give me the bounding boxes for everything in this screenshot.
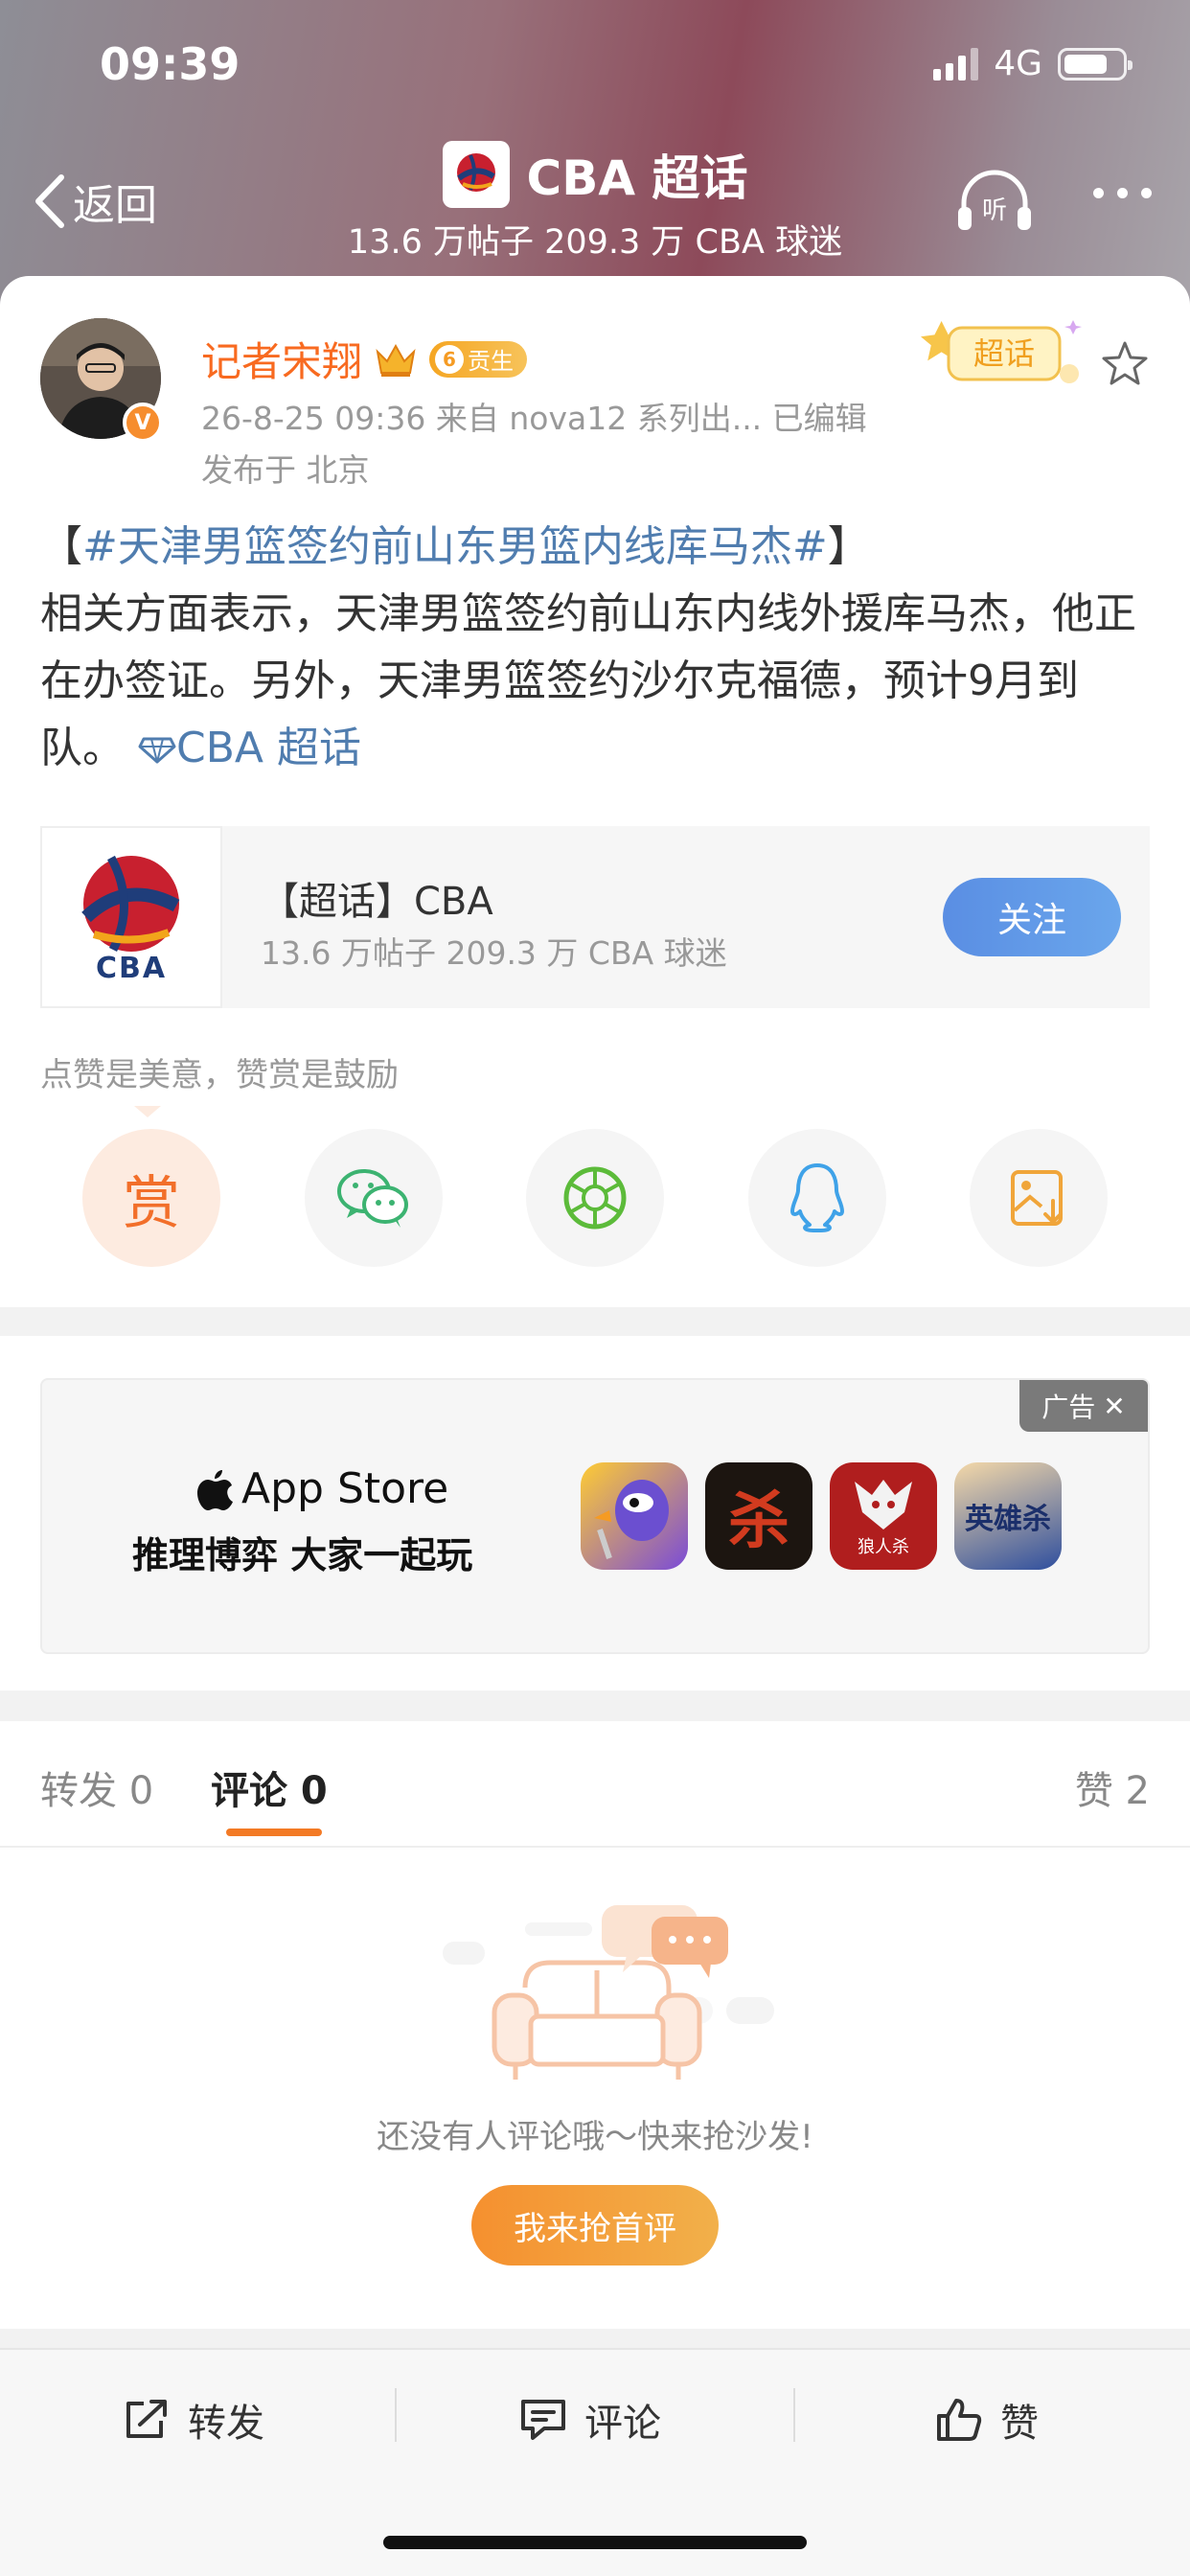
home-indicator xyxy=(383,2536,807,2549)
comment-button[interactable]: 评论 xyxy=(519,2392,661,2448)
level-number: 6 xyxy=(435,344,465,374)
share-moments-button[interactable] xyxy=(526,1129,664,1267)
network-type: 4G xyxy=(994,44,1042,83)
supertopic-inline-link[interactable]: CBA 超话 xyxy=(138,724,361,772)
cba-logo-icon xyxy=(442,141,510,208)
sha-game-icon-text: 杀 xyxy=(728,1485,790,1557)
comments-section: 转发 0 评论 0 赞 2 还没有人评论哦～快来抢沙发! 我来抢首评 xyxy=(0,1721,1190,2329)
empty-sofa-icon xyxy=(443,1905,774,2080)
inline-link-text: CBA 超话 xyxy=(176,724,361,772)
post-meta: 26-8-25 09:36 来自 nova12 系列出... 已编辑 xyxy=(201,400,867,437)
level-badge: 6 贡生 xyxy=(429,340,528,378)
goose-game-icon xyxy=(581,1462,688,1570)
more-icon[interactable] xyxy=(1093,188,1152,198)
post-card: V 记者宋翔 6 贡生 26-8-25 09:36 来自 nova12 系列出.… xyxy=(0,276,1190,1307)
werewolf-game-icon-text: 狼人杀 xyxy=(858,1537,909,1557)
bracket-open: 【 xyxy=(40,522,82,571)
ad-tag[interactable]: 广告 ✕ xyxy=(1019,1380,1148,1432)
verified-badge-icon: V xyxy=(123,402,163,443)
author-row: 记者宋翔 6 贡生 xyxy=(201,330,528,388)
post-text: 【#天津男篮签约前山东男篮内线库马杰#】 相关方面表示，天津男篮签约前山东内线外… xyxy=(40,514,1152,782)
chaohua-tag-text: 超话 xyxy=(973,335,1035,372)
battery-icon xyxy=(1058,47,1133,80)
like-button[interactable]: 赞 xyxy=(935,2392,1039,2448)
repost-button[interactable]: 转发 xyxy=(123,2392,264,2448)
thumbs-up-icon xyxy=(937,2399,982,2441)
save-image-button[interactable] xyxy=(970,1129,1108,1267)
ad-brand-text: App Store xyxy=(241,1464,449,1513)
listen-label: 听 xyxy=(982,196,1007,225)
listen-icon[interactable]: 听 xyxy=(956,169,1033,234)
tab-like[interactable]: 赞 2 xyxy=(1075,1760,1150,1815)
empty-comments-text: 还没有人评论哦～快来抢沙发! xyxy=(377,2118,813,2156)
bottom-separator xyxy=(793,2388,795,2442)
level-text: 贡生 xyxy=(468,348,515,375)
tab-comment[interactable]: 评论 0 xyxy=(211,1760,328,1815)
sanguosha-game-icon: 英雄杀 xyxy=(954,1462,1062,1570)
like-label: 赞 xyxy=(1000,2402,1039,2446)
comment-icon xyxy=(521,2400,565,2440)
status-time: 09:39 xyxy=(100,38,240,90)
ad-tag-label: 广告 xyxy=(1041,1392,1096,1423)
sha-game-icon: 杀 xyxy=(705,1462,812,1570)
status-bar-right: 4G xyxy=(933,44,1133,83)
share-qq-button[interactable] xyxy=(747,1129,886,1267)
encourage-text: 点赞是美意，赞赏是鼓励 xyxy=(40,1056,399,1094)
ad-slogan: 推理博弈 大家一起玩 xyxy=(132,1534,473,1576)
apple-logo-icon xyxy=(197,1469,233,1510)
signal-icon xyxy=(933,47,979,80)
repost-label: 转发 xyxy=(188,2402,264,2446)
follow-button[interactable]: 关注 xyxy=(943,878,1121,956)
comment-label: 评论 xyxy=(584,2402,661,2446)
chaohua-sticker-icon: 超话 xyxy=(921,320,1082,383)
crown-icon xyxy=(376,343,416,377)
card-logo-text: CBA xyxy=(95,951,168,985)
topic-link[interactable]: #天津男篮签约前山东男篮内线库马杰# xyxy=(82,522,828,571)
supertopic-card[interactable]: CBA 【超话】CBA 13.6 万帖子 209.3 万 CBA 球迷 关注 xyxy=(40,826,1150,1008)
ad-brand: App Store xyxy=(197,1464,448,1513)
ad-section: 广告 ✕ App Store 推理博弈 大家一起玩 杀 狼人杀 英雄杀 xyxy=(0,1336,1190,1690)
close-icon[interactable]: ✕ xyxy=(1103,1391,1125,1422)
nav-title-text: CBA 超话 xyxy=(526,150,748,206)
bracket-close: 】 xyxy=(827,522,870,571)
bottom-separator xyxy=(395,2388,397,2442)
wechat-icon xyxy=(336,1169,408,1228)
reward-icon: 赏 xyxy=(123,1169,180,1237)
first-comment-button[interactable]: 我来抢首评 xyxy=(471,2185,719,2266)
post-location: 发布于 北京 xyxy=(201,451,370,489)
supertopic-title: 【超话】CBA xyxy=(261,880,493,924)
tab-repost[interactable]: 转发 0 xyxy=(40,1760,153,1815)
diamond-icon xyxy=(138,737,176,764)
qq-icon xyxy=(790,1163,844,1232)
werewolf-game-icon: 狼人杀 xyxy=(830,1462,937,1570)
tab-active-underline xyxy=(226,1828,322,1836)
share-row: 赏 xyxy=(82,1129,1108,1267)
reward-button[interactable]: 赏 xyxy=(82,1129,220,1267)
moments-icon xyxy=(563,1166,627,1230)
share-wechat-button[interactable] xyxy=(304,1129,443,1267)
reward-pointer xyxy=(134,1106,161,1117)
sanguosha-game-icon-text: 英雄杀 xyxy=(965,1503,1051,1536)
save-image-icon xyxy=(1011,1170,1063,1226)
repost-icon xyxy=(126,2400,167,2438)
ad-banner[interactable]: 广告 ✕ App Store 推理博弈 大家一起玩 杀 狼人杀 英雄杀 xyxy=(40,1378,1150,1654)
author-name[interactable]: 记者宋翔 xyxy=(201,330,362,388)
ad-apps: 杀 狼人杀 英雄杀 xyxy=(581,1462,1062,1570)
cba-card-logo-icon: CBA xyxy=(40,826,222,1008)
tabs-divider xyxy=(0,1846,1190,1848)
supertopic-subtitle: 13.6 万帖子 209.3 万 CBA 球迷 xyxy=(261,934,727,972)
favorite-star-icon[interactable] xyxy=(1100,339,1150,389)
